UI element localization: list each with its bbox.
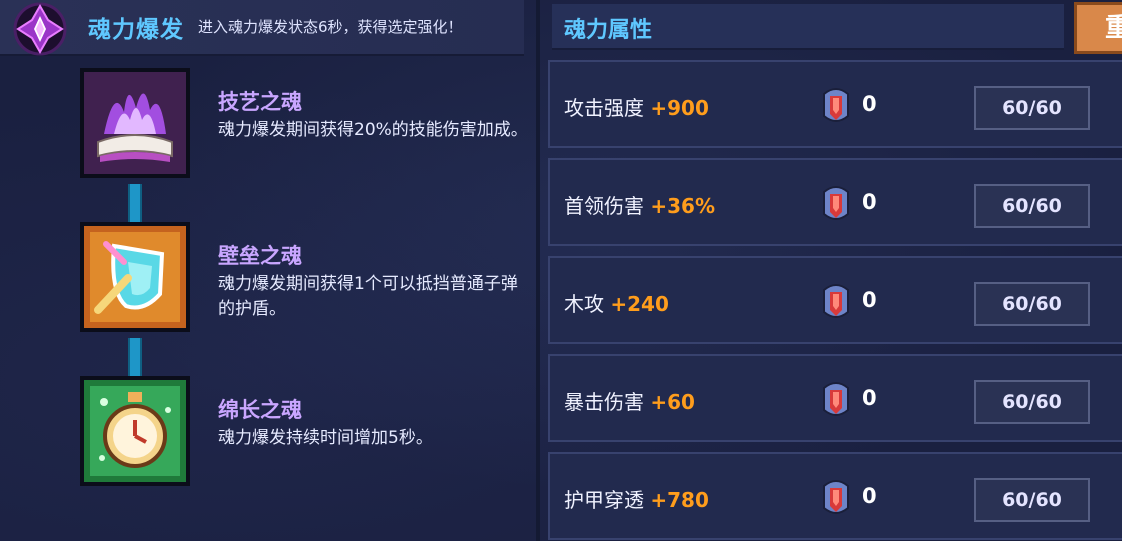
attribute-row: 首领伤害 +36% 0 60/60 xyxy=(548,158,1122,246)
soul-item-endurance[interactable]: 绵长之魂 魂力爆发持续时间增加5秒。 xyxy=(0,376,538,492)
soul-item-skill[interactable]: 技艺之魂 魂力爆发期间获得20%的技能伤害加成。 xyxy=(0,68,538,184)
soul-burst-emblem-icon xyxy=(13,2,67,56)
soul-gem-icon xyxy=(823,382,849,416)
attribute-label: 木攻 +240 xyxy=(564,288,669,317)
soul-name: 绵长之魂 xyxy=(218,398,302,422)
attribute-capacity[interactable]: 60/60 xyxy=(974,478,1090,522)
soul-name: 技艺之魂 xyxy=(218,90,302,114)
attribute-row: 护甲穿透 +780 0 60/60 xyxy=(548,452,1122,540)
attribute-count: 0 xyxy=(862,288,877,312)
soul-burst-desc: 进入魂力爆发状态6秒，获得选定强化！ xyxy=(198,18,463,36)
attribute-name: 攻击强度 xyxy=(564,96,644,120)
attribute-label: 攻击强度 +900 xyxy=(564,92,709,121)
soul-name: 壁垒之魂 xyxy=(218,244,302,268)
soul-attributes-header: 魂力属性 xyxy=(552,4,1064,50)
attribute-name: 暴击伤害 xyxy=(564,390,644,414)
soul-gem-icon xyxy=(823,88,849,122)
attribute-count: 0 xyxy=(862,386,877,410)
attribute-count: 0 xyxy=(862,190,877,214)
attribute-bonus: +36% xyxy=(650,194,715,218)
soul-connector xyxy=(128,184,142,222)
attribute-count: 0 xyxy=(862,92,877,116)
attribute-row: 木攻 +240 0 60/60 xyxy=(548,256,1122,344)
soul-gem-icon xyxy=(823,284,849,318)
soul-gem-icon xyxy=(823,480,849,514)
soul-burst-header: 魂力爆发 进入魂力爆发状态6秒，获得选定强化！ xyxy=(0,0,524,56)
reset-button[interactable]: 重 xyxy=(1074,2,1122,54)
attribute-name: 首领伤害 xyxy=(564,194,644,218)
attribute-capacity[interactable]: 60/60 xyxy=(974,184,1090,228)
stopwatch-icon[interactable] xyxy=(80,376,190,486)
attribute-capacity[interactable]: 60/60 xyxy=(974,380,1090,424)
attribute-label: 暴击伤害 +60 xyxy=(564,386,695,415)
attribute-count: 0 xyxy=(862,484,877,508)
attribute-name: 护甲穿透 xyxy=(564,488,644,512)
attribute-bonus: +240 xyxy=(610,292,669,316)
attribute-row: 攻击强度 +900 0 60/60 xyxy=(548,60,1122,148)
attribute-bonus: +900 xyxy=(650,96,709,120)
soul-gem-icon xyxy=(823,186,849,220)
attribute-bonus: +60 xyxy=(650,390,695,414)
soul-desc: 魂力爆发期间获得1个可以抵挡普通子弹的护盾。 xyxy=(218,274,518,319)
soul-burst-title: 魂力爆发 xyxy=(88,17,184,43)
panel-divider xyxy=(536,0,540,541)
attribute-row: 暴击伤害 +60 0 60/60 xyxy=(548,354,1122,442)
attribute-capacity[interactable]: 60/60 xyxy=(974,86,1090,130)
attribute-label: 护甲穿透 +780 xyxy=(564,484,709,513)
purple-flame-book-icon[interactable] xyxy=(80,68,190,178)
soul-connector xyxy=(128,338,142,376)
attribute-label: 首领伤害 +36% xyxy=(564,190,715,219)
soul-burst-panel: 魂力爆发 进入魂力爆发状态6秒，获得选定强化！ 技艺之魂 魂力爆发期间获得20%… xyxy=(0,0,538,541)
soul-desc: 魂力爆发持续时间增加5秒。 xyxy=(218,428,433,448)
attribute-capacity[interactable]: 60/60 xyxy=(974,282,1090,326)
attribute-name: 木攻 xyxy=(564,292,604,316)
shield-icon[interactable] xyxy=(80,222,190,332)
attribute-bonus: +780 xyxy=(650,488,709,512)
soul-desc: 魂力爆发期间获得20%的技能伤害加成。 xyxy=(218,120,528,140)
soul-item-bulwark[interactable]: 壁垒之魂 魂力爆发期间获得1个可以抵挡普通子弹的护盾。 xyxy=(0,222,538,338)
soul-attributes-title: 魂力属性 xyxy=(564,18,653,43)
